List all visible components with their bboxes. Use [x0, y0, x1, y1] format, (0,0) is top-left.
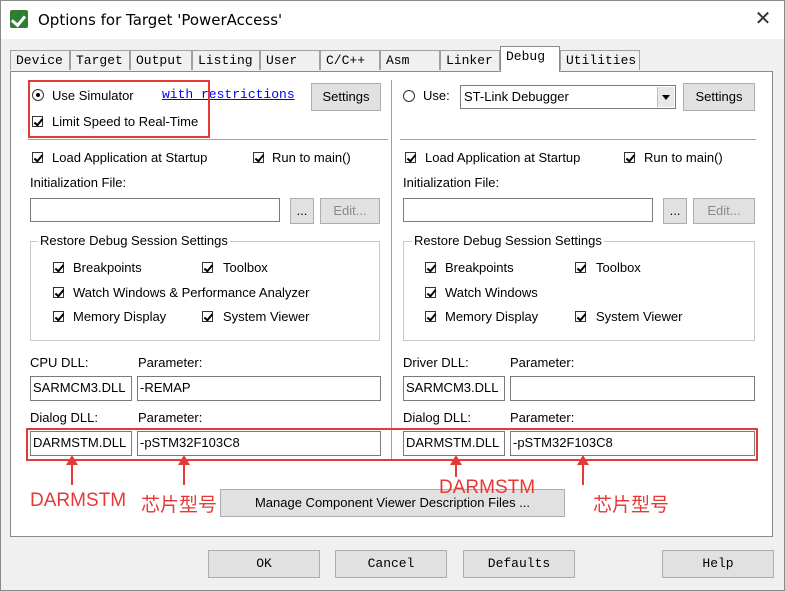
right-memory-display-checkbox[interactable]	[425, 311, 436, 322]
left-breakpoints-label: Breakpoints	[73, 260, 142, 275]
right-dialog-parameter-label: Parameter:	[510, 410, 575, 425]
right-toolbox-label: Toolbox	[596, 260, 641, 275]
annotation-right-chip: 芯片型号	[593, 495, 670, 516]
left-toolbox-label: Toolbox	[223, 260, 268, 275]
tab-c-cpp[interactable]: C/C++	[320, 50, 380, 70]
right-run-to-main-label: Run to main()	[644, 150, 723, 165]
cpu-parameter-input[interactable]: -REMAP	[137, 376, 381, 401]
left-dialog-dll-label: Dialog DLL:	[30, 410, 98, 425]
arrow-shaft	[582, 463, 584, 485]
right-breakpoints-checkbox[interactable]	[425, 262, 436, 273]
driver-dll-label: Driver DLL:	[403, 355, 469, 370]
driver-parameter-input[interactable]	[510, 376, 755, 401]
tab-utilities[interactable]: Utilities	[560, 50, 640, 70]
left-breakpoints-checkbox[interactable]	[53, 262, 64, 273]
left-edit-button[interactable]: Edit...	[320, 198, 380, 224]
use-debugger-radio[interactable]	[403, 90, 415, 102]
left-separator-top	[28, 139, 388, 141]
right-system-viewer-checkbox[interactable]	[575, 311, 586, 322]
tab-device[interactable]: Device	[10, 50, 70, 70]
right-toolbox-checkbox[interactable]	[575, 262, 586, 273]
tab-target[interactable]: Target	[70, 50, 130, 70]
cpu-dll-label: CPU DLL:	[30, 355, 89, 370]
arrow-shaft	[455, 463, 457, 477]
annotation-right-dll: DARMSTM	[439, 477, 536, 498]
left-restore-group-title: Restore Debug Session Settings	[38, 233, 230, 248]
right-browse-button[interactable]: ...	[663, 198, 687, 224]
tab-debug[interactable]: Debug	[500, 46, 560, 72]
left-load-app-checkbox[interactable]	[32, 152, 43, 163]
right-system-viewer-label: System Viewer	[596, 309, 683, 324]
right-breakpoints-label: Breakpoints	[445, 260, 514, 275]
left-run-to-main-checkbox[interactable]	[253, 152, 264, 163]
keil-app-icon	[10, 10, 28, 28]
left-memory-display-checkbox[interactable]	[53, 311, 64, 322]
right-edit-button[interactable]: Edit...	[693, 198, 755, 224]
right-restore-group-title: Restore Debug Session Settings	[412, 233, 604, 248]
debugger-select-value: ST-Link Debugger	[464, 89, 569, 104]
tab-asm[interactable]: Asm	[380, 50, 440, 70]
debugger-settings-button[interactable]: Settings	[683, 83, 755, 111]
left-init-file-label: Initialization File:	[30, 175, 127, 190]
right-load-app-label: Load Application at Startup	[425, 150, 581, 165]
right-watch-windows-checkbox[interactable]	[425, 287, 436, 298]
cpu-parameter-label: Parameter:	[138, 355, 203, 370]
right-watch-windows-label: Watch Windows	[445, 285, 538, 300]
left-load-app-label: Load Application at Startup	[52, 150, 208, 165]
use-label: Use:	[423, 88, 450, 103]
annotation-left-chip: 芯片型号	[141, 495, 218, 516]
cpu-dll-input[interactable]: SARMCM3.DLL	[30, 376, 132, 401]
tab-output[interactable]: Output	[130, 50, 192, 70]
right-memory-display-label: Memory Display	[445, 309, 539, 324]
annotation-left-dll: DARMSTM	[30, 490, 127, 511]
tab-linker[interactable]: Linker	[440, 50, 500, 70]
left-system-viewer-checkbox[interactable]	[202, 311, 213, 322]
column-divider	[391, 80, 393, 460]
simulator-highlight-box	[28, 80, 210, 138]
left-dialog-parameter-label: Parameter:	[138, 410, 203, 425]
right-run-to-main-checkbox[interactable]	[624, 152, 635, 163]
close-icon[interactable]: ✕	[748, 6, 778, 32]
dialog-dll-highlight-box	[26, 428, 758, 461]
defaults-button[interactable]: Defaults	[463, 550, 575, 578]
tab-user[interactable]: User	[260, 50, 320, 70]
arrow-shaft	[183, 463, 185, 485]
right-load-app-checkbox[interactable]	[405, 152, 416, 163]
left-memory-display-label: Memory Display	[73, 309, 167, 324]
arrow-shaft	[71, 463, 73, 485]
right-dialog-dll-label: Dialog DLL:	[403, 410, 471, 425]
tab-listing[interactable]: Listing	[192, 50, 260, 70]
ok-button[interactable]: OK	[208, 550, 320, 578]
help-button[interactable]: Help	[662, 550, 774, 578]
window-title: Options for Target 'PowerAccess'	[38, 11, 283, 29]
simulator-settings-button[interactable]: Settings	[311, 83, 381, 111]
left-system-viewer-label: System Viewer	[223, 309, 310, 324]
cancel-button[interactable]: Cancel	[335, 550, 447, 578]
left-watch-windows-checkbox[interactable]	[53, 287, 64, 298]
debugger-select[interactable]: ST-Link Debugger	[460, 85, 676, 109]
left-toolbox-checkbox[interactable]	[202, 262, 213, 273]
left-init-file-input[interactable]	[30, 198, 280, 222]
left-browse-button[interactable]: ...	[290, 198, 314, 224]
right-init-file-label: Initialization File:	[403, 175, 500, 190]
right-init-file-input[interactable]	[403, 198, 653, 222]
driver-parameter-label: Parameter:	[510, 355, 575, 370]
driver-dll-input[interactable]: SARMCM3.DLL	[403, 376, 505, 401]
left-watch-windows-label: Watch Windows & Performance Analyzer	[73, 285, 310, 300]
chevron-down-icon[interactable]	[657, 87, 674, 107]
right-separator-top	[400, 139, 756, 141]
left-run-to-main-label: Run to main()	[272, 150, 351, 165]
